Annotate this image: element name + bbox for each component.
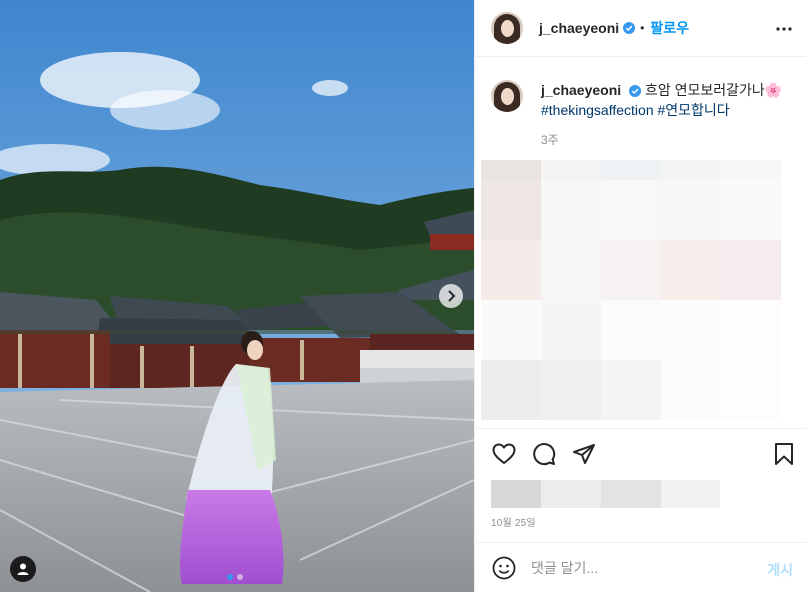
photo-scene [0,0,474,592]
blur-block [601,360,661,420]
follow-button[interactable]: 팔로우 [650,18,689,38]
blur-block [481,360,541,420]
username-link[interactable]: j_chaeyeoni [539,20,619,36]
blur-block [661,360,721,420]
bookmark-icon [775,443,793,465]
blur-block [721,160,781,180]
blur-block [601,160,661,180]
blur-block [661,240,721,300]
avatar-face [501,88,514,105]
caption-time[interactable]: 3주 [541,131,559,148]
blur-block [721,300,781,360]
flower-emoji: 🌸 [764,82,783,98]
blur-block [721,360,781,420]
avatar[interactable] [491,12,523,44]
blur-block [541,180,601,240]
action-bar [475,428,806,480]
comment-button[interactable] [531,441,557,467]
blur-block [601,180,661,240]
post-comment-button[interactable]: 게시 [767,560,793,580]
user-tag-button[interactable] [10,556,36,582]
share-icon [573,444,595,464]
caption-body: j_chaeyeoni 흐암 연모보러갈가나🌸 #thekingsaffecti… [541,80,782,120]
smiley-icon [492,556,516,579]
verified-badge-icon [623,22,636,34]
separator: • [640,21,645,35]
carousel-indicator [227,574,243,580]
caption-text: 흐암 연모보러갈가나 [644,82,765,98]
blur-block [661,180,721,240]
comment-input[interactable] [531,559,751,576]
carousel-next-button[interactable] [439,284,463,308]
save-button[interactable] [771,441,797,467]
blur-block [661,300,721,360]
user-tag-icon [17,563,29,575]
blur-block [661,160,721,180]
blur-block [721,240,781,300]
blur-block [601,300,661,360]
hashtag-link[interactable]: #thekingsaffection [541,102,654,118]
caption-username-link[interactable]: j_chaeyeoni [541,82,621,98]
blur-block [481,300,541,360]
hashtag-link[interactable]: #연모합니다 [658,102,730,118]
comment-icon [533,443,556,466]
caption-avatar[interactable] [491,80,523,112]
likes-blur [491,480,720,508]
post-photo[interactable] [0,0,474,592]
redacted-comments [481,160,781,422]
redacted-likes [491,480,720,508]
blur-block [481,160,541,180]
carousel-dot [227,574,233,580]
emoji-button[interactable] [491,555,517,581]
chevron-right-icon [448,290,456,302]
more-options-button[interactable] [775,20,793,38]
blur-block [541,360,601,420]
blur-block [481,180,541,240]
like-button[interactable] [491,441,517,467]
post-caption: j_chaeyeoni 흐암 연모보러갈가나🌸 #thekingsaffecti… [491,80,791,120]
carousel-dot [237,574,243,580]
post-date[interactable]: 10월 25일 [491,514,536,529]
verified-badge-icon [629,85,642,98]
heart-icon [492,443,516,464]
share-button[interactable] [571,441,597,467]
blur-block [541,300,601,360]
blur-block [541,240,601,300]
blur-block [541,160,601,180]
blur-block [721,180,781,240]
blur-block [601,240,661,300]
blur-block [481,240,541,300]
more-options-icon [776,27,792,31]
avatar-face [501,20,514,37]
post-detail-panel: j_chaeyeoni • 팔로우 j_chaeyeoni 흐암 연모보러갈가나… [474,0,806,592]
post-header: j_chaeyeoni • 팔로우 [475,0,806,57]
comment-form: 게시 [475,542,806,592]
